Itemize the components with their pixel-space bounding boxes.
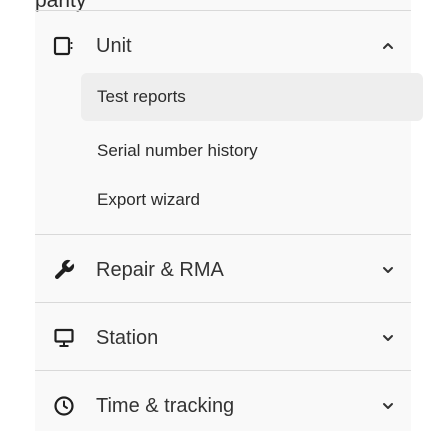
nav-item-label: Serial number history	[97, 141, 258, 160]
nav-item-export-wizard[interactable]: Export wizard	[81, 176, 423, 224]
nav-item-test-reports[interactable]: Test reports	[81, 73, 423, 121]
monitor-icon	[51, 325, 77, 351]
section-station-label: Station	[96, 326, 159, 349]
section-unit-label: Unit	[96, 34, 132, 57]
chevron-down-icon[interactable]	[381, 263, 395, 277]
section-station-header[interactable]: Station	[35, 310, 411, 366]
section-unit-header[interactable]: Unit	[35, 18, 411, 74]
navigation-panel: parity Unit Test reports Serial number h…	[35, 0, 423, 434]
chevron-down-icon[interactable]	[381, 331, 395, 345]
nav-item-label: Test reports	[97, 87, 186, 106]
divider	[35, 10, 411, 11]
unit-icon	[51, 33, 77, 59]
nav-item-label: Export wizard	[97, 190, 200, 209]
clock-icon	[51, 393, 77, 419]
chevron-down-icon[interactable]	[381, 399, 395, 413]
divider	[35, 302, 411, 303]
nav-item-serial-number-history[interactable]: Serial number history	[81, 127, 423, 175]
divider	[35, 370, 411, 371]
section-repair-rma-label: Repair & RMA	[96, 258, 224, 281]
section-time-tracking-header[interactable]: Time & tracking	[35, 378, 411, 434]
chevron-up-icon[interactable]	[381, 39, 395, 53]
clipped-menu-text: parity	[35, 0, 87, 12]
divider	[35, 234, 411, 235]
wrench-icon	[51, 257, 77, 283]
section-time-tracking-label: Time & tracking	[96, 394, 235, 417]
section-repair-rma-header[interactable]: Repair & RMA	[35, 242, 411, 298]
